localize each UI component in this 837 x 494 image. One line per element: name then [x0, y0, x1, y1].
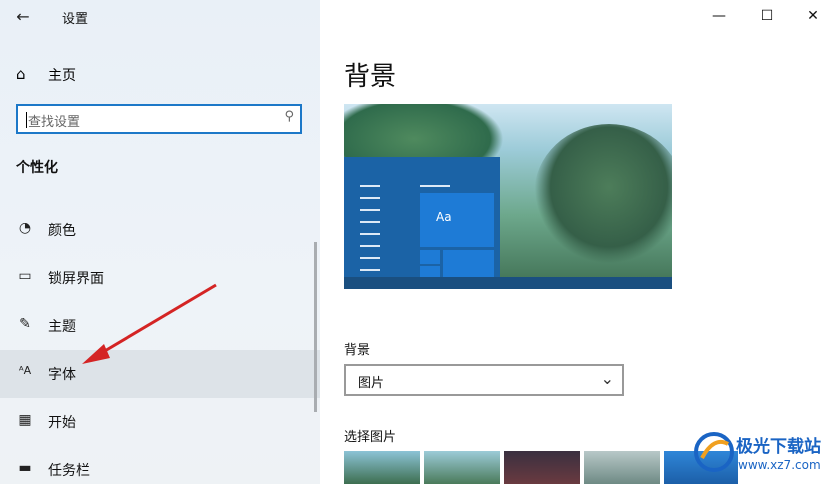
- sidebar-item-start[interactable]: ▦ 开始: [0, 398, 320, 446]
- font-icon: ᴬA: [18, 364, 32, 377]
- preview-tile-large: [420, 193, 494, 247]
- sidebar-item-label: 开始: [48, 415, 76, 431]
- preview-tile: [420, 250, 440, 264]
- sidebar-item-label: 颜色: [48, 223, 76, 239]
- theme-icon: ✎: [19, 316, 31, 332]
- picture-thumbnail[interactable]: [584, 451, 660, 484]
- search-placeholder: 查找设置: [28, 115, 81, 130]
- maximize-button[interactable]: ☐: [744, 2, 790, 30]
- close-button[interactable]: ✕: [790, 2, 836, 30]
- preview-tile: [420, 266, 440, 277]
- preview-start-menu: Aa: [344, 157, 500, 277]
- chevron-down-icon: ⌄: [600, 369, 614, 388]
- watermark-url: www.xz7.com: [738, 458, 821, 472]
- watermark-logo-icon: [694, 432, 734, 472]
- watermark: 极光下载站 www.xz7.com: [692, 428, 832, 480]
- picture-thumbnail[interactable]: [424, 451, 500, 484]
- watermark-brand: 极光下载站: [736, 437, 821, 457]
- page-title: 背景: [344, 62, 397, 92]
- sidebar-scrollbar[interactable]: [314, 242, 317, 412]
- section-title: 个性化: [16, 160, 58, 176]
- picture-thumbnail[interactable]: [504, 451, 580, 484]
- start-icon: ▦: [18, 412, 32, 428]
- sidebar-item-label: 字体: [48, 367, 76, 383]
- picture-thumbnail[interactable]: [344, 451, 420, 484]
- settings-sidebar: ← 设置 ⌂ 主页 查找设置 ⚲ 个性化 ◔ 颜色 ▭ 锁屏界面 ✎ 主题 ᴬA…: [0, 0, 320, 484]
- search-input[interactable]: 查找设置 ⚲: [16, 104, 302, 134]
- palette-icon: ◔: [18, 220, 32, 236]
- background-label: 背景: [344, 343, 371, 358]
- sidebar-item-themes[interactable]: ✎ 主题: [0, 302, 320, 350]
- home-icon: ⌂: [16, 65, 26, 83]
- back-arrow-icon[interactable]: ←: [10, 4, 36, 30]
- preview-taskbar: [344, 277, 672, 289]
- background-preview: Aa: [344, 104, 672, 289]
- home-label: 主页: [48, 68, 76, 84]
- taskbar-icon: ▬: [18, 460, 32, 476]
- minimize-button[interactable]: —: [696, 2, 742, 30]
- text-cursor: [26, 112, 27, 128]
- sidebar-item-label: 锁屏界面: [48, 271, 104, 287]
- sidebar-item-colors[interactable]: ◔ 颜色: [0, 206, 320, 254]
- window-title: 设置: [62, 12, 89, 27]
- background-type-dropdown[interactable]: 图片 ⌄: [344, 364, 624, 396]
- sidebar-item-fonts[interactable]: ᴬA 字体: [0, 350, 320, 398]
- sidebar-item-label: 任务栏: [48, 463, 90, 479]
- preview-tile-text: Aa: [436, 210, 452, 224]
- sidebar-item-taskbar[interactable]: ▬ 任务栏: [0, 446, 320, 494]
- preview-menu-header: [420, 185, 450, 187]
- search-icon[interactable]: ⚲: [284, 109, 294, 124]
- home-nav-item[interactable]: ⌂ 主页: [0, 60, 320, 88]
- lockscreen-icon: ▭: [18, 268, 32, 284]
- preview-tile: [443, 250, 494, 277]
- sidebar-item-lockscreen[interactable]: ▭ 锁屏界面: [0, 254, 320, 302]
- preview-foliage-right: [534, 124, 672, 264]
- choose-picture-label: 选择图片: [344, 430, 397, 445]
- sidebar-item-label: 主题: [48, 319, 76, 335]
- dropdown-value: 图片: [358, 376, 385, 391]
